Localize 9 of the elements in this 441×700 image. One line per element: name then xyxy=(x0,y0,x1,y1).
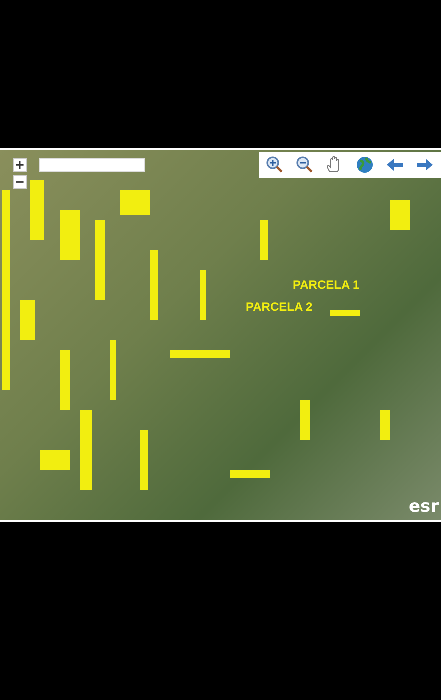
zoom-out-button[interactable]: − xyxy=(13,175,27,189)
zoom-in-button[interactable]: + xyxy=(13,158,27,172)
attribution-logo: esr xyxy=(408,497,439,517)
zoom-in-icon[interactable] xyxy=(265,155,285,175)
parcel-label: PARCELA 1 xyxy=(293,278,360,292)
search-field[interactable] xyxy=(39,158,145,172)
zoom-out-icon[interactable] xyxy=(295,155,315,175)
parcel-label: PARCELA 2 xyxy=(246,300,313,314)
globe-icon[interactable] xyxy=(355,155,375,175)
